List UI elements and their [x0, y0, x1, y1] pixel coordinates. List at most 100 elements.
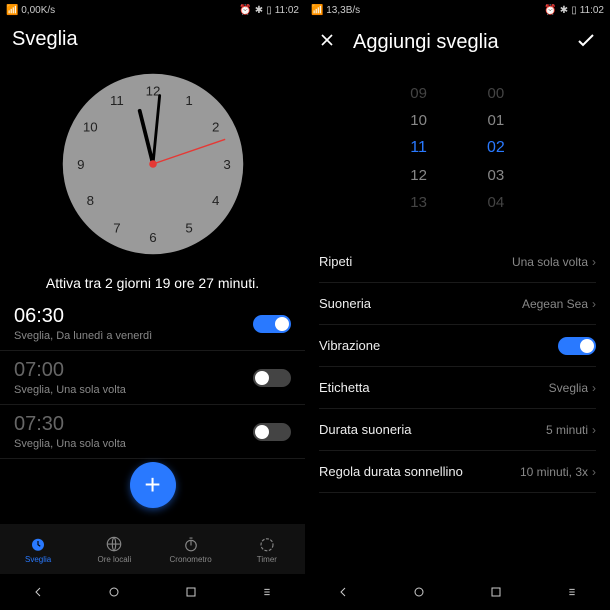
signal-icon: 📶: [6, 5, 18, 16]
setting-vibration[interactable]: Vibrazione: [319, 325, 596, 367]
battery-icon: ▯: [266, 5, 272, 16]
alarm-time: 07:30: [14, 413, 126, 436]
alarm-row[interactable]: 06:30 Sveglia, Da lunedì a venerdì: [0, 297, 305, 351]
alarm-toggle[interactable]: [253, 423, 291, 441]
status-right: ⏰ ✱ ▯ 11:02: [544, 5, 604, 16]
confirm-icon[interactable]: [574, 28, 598, 57]
setting-label: Vibrazione: [319, 338, 380, 353]
tab-timer[interactable]: Timer: [229, 524, 305, 574]
alarm-row[interactable]: 07:30 Sveglia, Una sola volta: [0, 405, 305, 459]
picker-value: 13: [410, 194, 427, 211]
alarm-time: 07:00: [14, 359, 126, 382]
minute-picker[interactable]: 00 01 02 03 04: [487, 85, 505, 211]
tab-stopwatch[interactable]: Cronometro: [153, 524, 229, 574]
setting-duration[interactable]: Durata suoneria 5 minuti ›: [319, 409, 596, 451]
status-bar: 📶 13,3B/s ⏰ ✱ ▯ 11:02: [305, 0, 610, 20]
setting-repeat[interactable]: Ripeti Una sola volta›: [319, 241, 596, 283]
svg-text:1: 1: [185, 93, 192, 108]
back-icon[interactable]: [335, 584, 351, 600]
alarm-icon: ⏰: [239, 5, 251, 16]
alarm-time: 06:30: [14, 305, 152, 328]
status-bar: 📶 0,00K/s ⏰ ✱ ▯ 11:02: [0, 0, 305, 20]
alarm-list-screen: 📶 0,00K/s ⏰ ✱ ▯ 11:02 Sveglia 1212 345 6…: [0, 0, 305, 610]
status-left: 📶 13,3B/s: [311, 5, 360, 16]
timer-icon: [258, 535, 276, 553]
status-right: ⏰ ✱ ▯ 11:02: [239, 5, 299, 16]
alarm-toggle[interactable]: [253, 369, 291, 387]
recent-icon[interactable]: [183, 584, 199, 600]
alarm-sub: Sveglia, Una sola volta: [14, 438, 126, 450]
setting-value: 10 minuti, 3x: [520, 465, 588, 479]
vibration-toggle[interactable]: [558, 337, 596, 355]
svg-text:7: 7: [113, 220, 120, 235]
picker-value: 03: [487, 167, 504, 184]
status-left: 📶 0,00K/s: [6, 5, 55, 16]
svg-text:11: 11: [109, 93, 123, 108]
setting-snooze[interactable]: Regola durata sonnellino 10 minuti, 3x ›: [319, 451, 596, 493]
battery-icon: ▯: [571, 5, 577, 16]
svg-text:5: 5: [185, 220, 192, 235]
alarm-row[interactable]: 07:00 Sveglia, Una sola volta: [0, 351, 305, 405]
signal-icon: 📶: [311, 5, 323, 16]
alarm-sub: Sveglia, Una sola volta: [14, 384, 126, 396]
chevron-icon: ›: [592, 381, 596, 395]
hour-picker[interactable]: 09 10 11 12 13: [410, 85, 427, 211]
setting-label: Regola durata sonnellino: [319, 464, 463, 479]
svg-text:6: 6: [149, 230, 156, 245]
setting-value: 5 minuti: [546, 423, 588, 437]
tab-label: Cronometro: [170, 555, 212, 564]
chevron-icon: ›: [592, 423, 596, 437]
page-title: Aggiungi sveglia: [353, 31, 499, 54]
alarm-settings: Ripeti Una sola volta› Suoneria Aegean S…: [305, 241, 610, 574]
home-icon[interactable]: [106, 584, 122, 600]
page-header: Sveglia: [0, 20, 305, 59]
status-time: 11:02: [275, 5, 299, 16]
svg-text:2: 2: [211, 120, 218, 135]
svg-text:9: 9: [77, 157, 84, 172]
picker-value: 12: [410, 167, 427, 184]
alarm-tab-icon: [29, 535, 47, 553]
svg-text:3: 3: [223, 157, 230, 172]
alarm-toggle[interactable]: [253, 315, 291, 333]
stopwatch-icon: [182, 535, 200, 553]
alarm-sub: Sveglia, Da lunedì a venerdì: [14, 330, 152, 342]
tab-alarm[interactable]: Sveglia: [0, 524, 76, 574]
picker-value: 04: [487, 194, 504, 211]
setting-value: Aegean Sea: [522, 297, 588, 311]
next-alarm-text: Attiva tra 2 giorni 19 ore 27 minuti.: [0, 275, 305, 291]
picker-selected: 11: [410, 139, 427, 157]
picker-selected: 02: [487, 139, 505, 157]
picker-value: 10: [410, 112, 427, 129]
tab-world-clock[interactable]: Ore locali: [76, 524, 152, 574]
setting-label: Ripeti: [319, 254, 352, 269]
overflow-icon[interactable]: [259, 584, 275, 600]
recent-icon[interactable]: [488, 584, 504, 600]
bottom-tabs: Sveglia Ore locali Cronometro Timer: [0, 524, 305, 574]
nav-bar: [0, 574, 305, 610]
chevron-icon: ›: [592, 465, 596, 479]
bluetooth-icon: ✱: [560, 5, 568, 16]
overflow-icon[interactable]: [564, 584, 580, 600]
picker-value: 01: [487, 112, 504, 129]
net-speed: 0,00K/s: [21, 5, 55, 16]
add-alarm-button[interactable]: +: [130, 462, 176, 508]
setting-ringtone[interactable]: Suoneria Aegean Sea ›: [319, 283, 596, 325]
svg-text:10: 10: [82, 120, 97, 135]
setting-label-name[interactable]: Etichetta Sveglia›: [319, 367, 596, 409]
time-picker[interactable]: 09 10 11 12 13 00 01 02 03 04: [305, 65, 610, 241]
page-title: Sveglia: [12, 28, 78, 51]
chevron-icon: ›: [592, 297, 596, 311]
setting-label: Suoneria: [319, 296, 371, 311]
setting-value: Una sola volta: [512, 255, 588, 269]
picker-value: 09: [410, 85, 427, 102]
close-icon[interactable]: [317, 30, 337, 55]
nav-bar: [305, 574, 610, 610]
setting-label: Durata suoneria: [319, 422, 412, 437]
status-time: 11:02: [580, 5, 604, 16]
home-icon[interactable]: [411, 584, 427, 600]
back-icon[interactable]: [30, 584, 46, 600]
net-speed: 13,3B/s: [326, 5, 360, 16]
analog-clock: 1212 345 678 91011: [58, 69, 248, 259]
bluetooth-icon: ✱: [255, 5, 263, 16]
svg-text:4: 4: [211, 193, 218, 208]
